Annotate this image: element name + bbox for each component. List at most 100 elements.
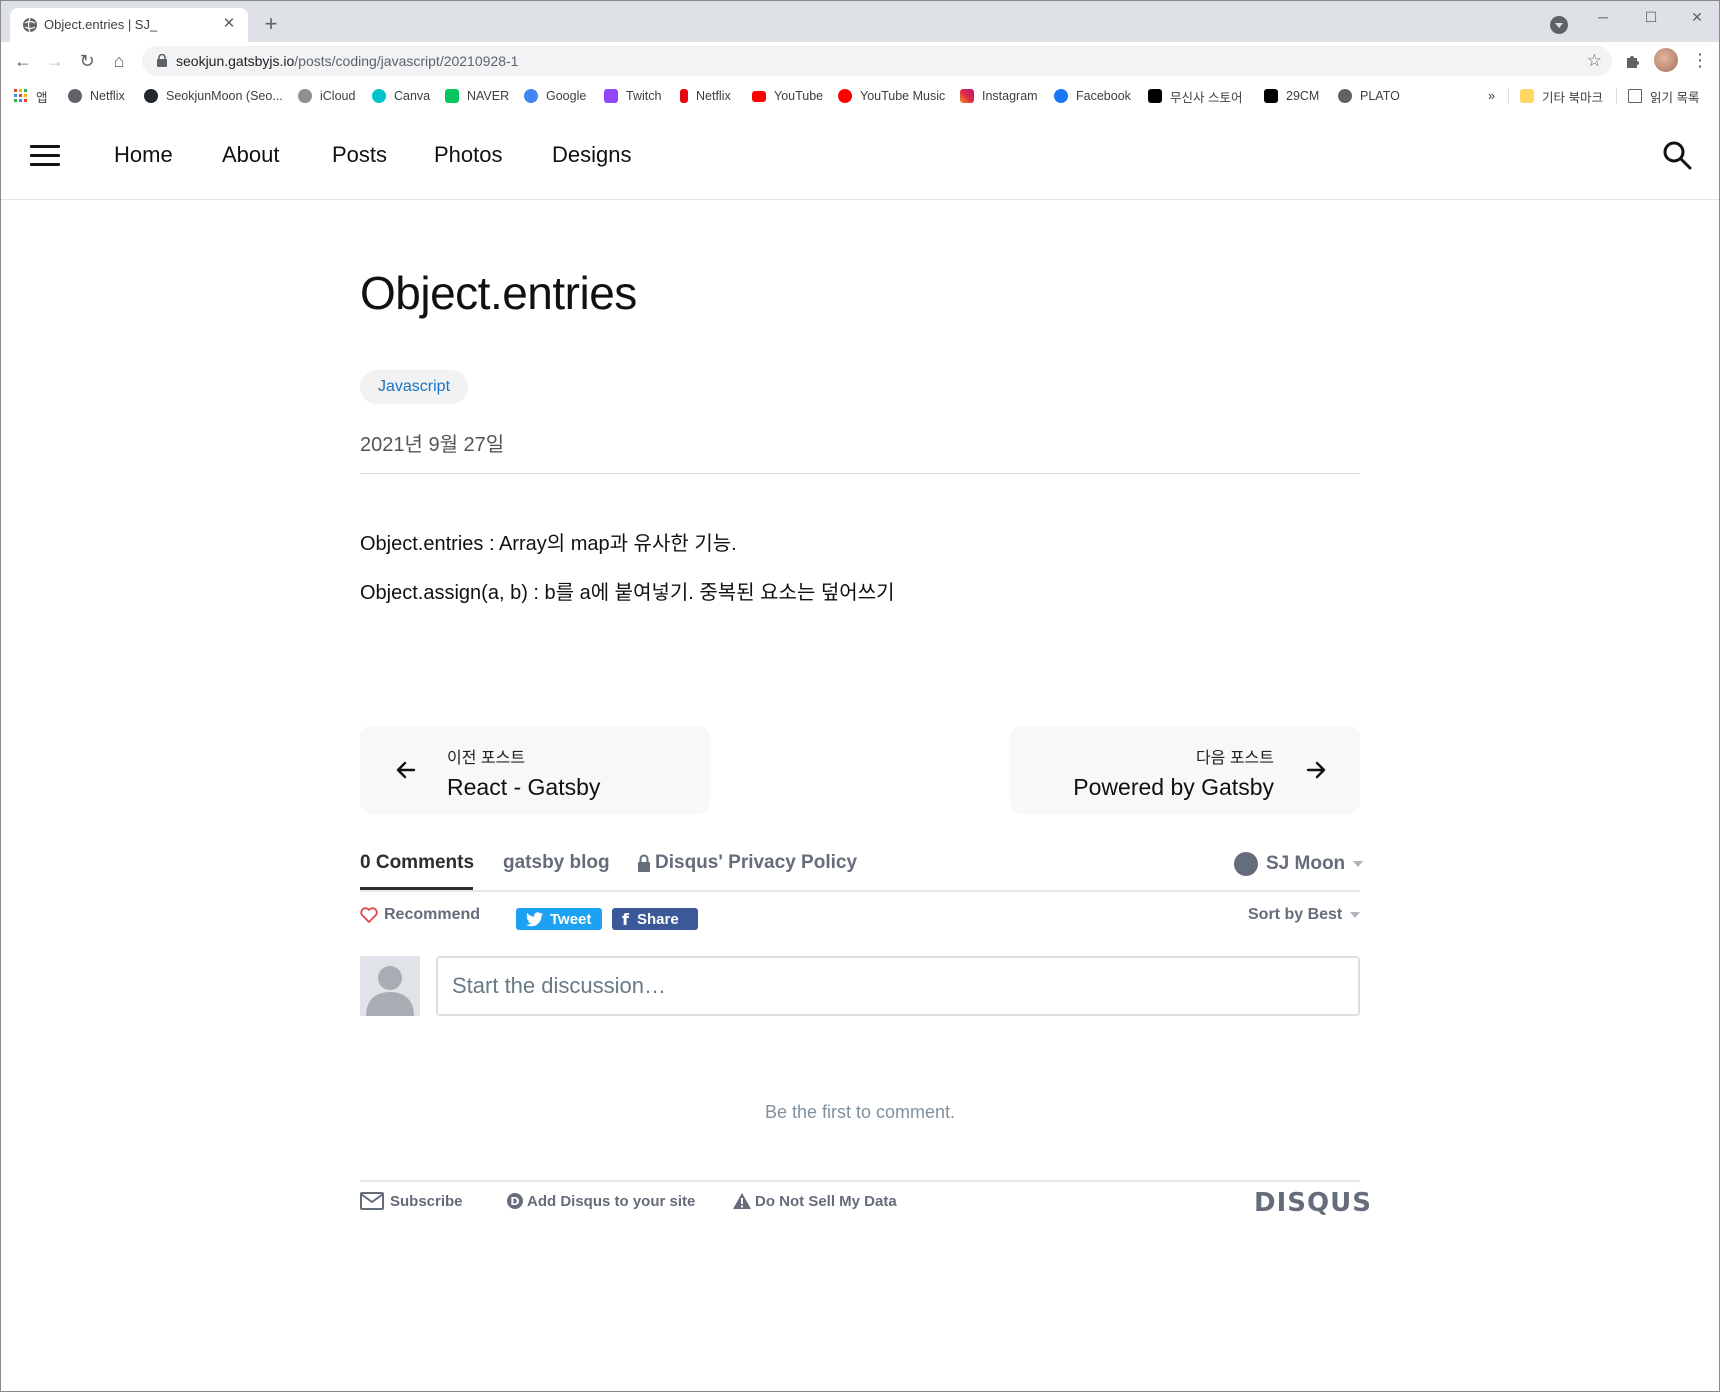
forward-button[interactable]: → xyxy=(42,48,68,74)
bookmark-icloud[interactable]: iCloud xyxy=(298,86,355,106)
next-post-card[interactable]: 다음 포스트 Powered by Gatsby xyxy=(1010,726,1360,814)
privacy-policy-link[interactable]: Disqus' Privacy Policy xyxy=(637,852,857,874)
tab-title: Object.entries | SJ_ xyxy=(44,17,158,32)
reading-list[interactable]: 읽기 목록 xyxy=(1628,86,1699,106)
footer-divider xyxy=(360,1180,1360,1182)
tab-search-icon[interactable] xyxy=(1550,16,1568,34)
close-tab-icon[interactable]: ✕ xyxy=(220,15,238,33)
do-not-sell-link[interactable]: Do Not Sell My Data xyxy=(732,1192,897,1210)
nav-posts[interactable]: Posts xyxy=(332,142,387,168)
bookmarks-overflow-button[interactable]: » xyxy=(1488,86,1495,106)
musinsa-icon xyxy=(1148,89,1162,103)
recommend-button[interactable]: Recommend xyxy=(360,906,480,924)
globe-icon xyxy=(23,17,37,33)
sort-label: Sort by Best xyxy=(1248,906,1343,923)
profile-avatar[interactable] xyxy=(1654,48,1678,72)
nav-about[interactable]: About xyxy=(222,142,280,168)
bookmark-youtube-music[interactable]: YouTube Music xyxy=(838,86,945,106)
browser-tab[interactable]: Object.entries | SJ_ ✕ xyxy=(10,8,248,42)
reading-list-icon xyxy=(1628,89,1642,103)
bookmark-facebook[interactable]: Facebook xyxy=(1054,86,1131,106)
bookmark-label: 29CM xyxy=(1286,89,1320,103)
bookmark-netflix-1[interactable]: Netflix xyxy=(68,86,125,106)
prev-post-card[interactable]: 이전 포스트 React - Gatsby xyxy=(360,726,710,814)
bookmark-plato[interactable]: PLATO xyxy=(1338,86,1400,106)
user-menu[interactable]: SJ Moon xyxy=(1234,852,1364,876)
search-icon[interactable] xyxy=(1662,140,1692,170)
bookmark-separator xyxy=(1508,88,1509,104)
bookmark-google[interactable]: Google xyxy=(524,86,586,106)
bookmark-apps[interactable]: 앱 xyxy=(14,86,48,106)
arrow-right-icon xyxy=(1306,761,1326,779)
bookmark-label: 무신사 스토어 xyxy=(1170,90,1243,105)
heart-icon xyxy=(360,907,378,923)
maximize-button[interactable]: ☐ xyxy=(1636,6,1666,28)
privacy-label: Disqus' Privacy Policy xyxy=(655,852,858,873)
bookmark-youtube[interactable]: YouTube xyxy=(752,86,823,106)
browser-menu-icon[interactable]: ⋮ xyxy=(1690,50,1710,70)
bookmark-label: Canva xyxy=(394,89,431,103)
lock-icon xyxy=(157,54,167,67)
nav-photos[interactable]: Photos xyxy=(434,142,503,168)
bookmark-label: SeokjunMoon (Seo... xyxy=(166,89,283,103)
back-button[interactable]: ← xyxy=(10,48,36,74)
bookmark-twitch[interactable]: Twitch xyxy=(604,86,661,106)
guest-avatar xyxy=(360,956,420,1016)
empty-comments-message: Be the first to comment. xyxy=(764,1102,956,1122)
new-tab-button[interactable]: + xyxy=(258,12,284,38)
comments-count-tab[interactable]: 0 Comments xyxy=(360,852,474,874)
bookmark-label: 앱 xyxy=(36,90,48,105)
reload-button[interactable]: ↻ xyxy=(74,48,100,74)
do-not-sell-label: Do Not Sell My Data xyxy=(755,1192,897,1210)
comment-input[interactable]: Start the discussion… xyxy=(436,956,1360,1016)
browser-toolbar: ← → ↻ ⌂ seokjun.gatsbyjs.io/posts/coding… xyxy=(0,42,1720,80)
tweet-button[interactable]: Tweet xyxy=(516,908,602,930)
arrow-left-icon xyxy=(396,761,416,779)
tabs-divider xyxy=(360,890,1360,892)
browser-chrome: Object.entries | SJ_ ✕ + ─ ☐ ✕ ← → ↻ ⌂ s… xyxy=(0,0,1720,112)
tweet-label: Tweet xyxy=(550,910,592,928)
bookmark-naver[interactable]: NAVER xyxy=(445,86,509,106)
subscribe-link[interactable]: Subscribe xyxy=(360,1192,463,1210)
community-tab[interactable]: gatsby blog xyxy=(503,852,610,874)
svg-text:D: D xyxy=(510,1195,519,1208)
window-frame xyxy=(0,0,1720,1392)
nav-designs[interactable]: Designs xyxy=(552,142,631,168)
url-text: seokjun.gatsbyjs.io/posts/coding/javascr… xyxy=(176,53,519,69)
post-paragraph-2: Object.assign(a, b) : b를 a에 붙여넣기. 중복된 요소… xyxy=(360,582,895,604)
bookmark-label: YouTube Music xyxy=(860,89,946,103)
post-title: Object.entries xyxy=(360,267,637,319)
active-tab-underline xyxy=(360,887,473,890)
bookmark-github[interactable]: SeokjunMoon (Seo... xyxy=(144,86,283,106)
user-name: SJ Moon xyxy=(1266,853,1346,874)
bookmark-canva[interactable]: Canva xyxy=(372,86,430,106)
sort-dropdown[interactable]: Sort by Best xyxy=(1248,906,1361,924)
home-button[interactable]: ⌂ xyxy=(106,48,132,74)
globe-icon xyxy=(1338,89,1352,103)
add-disqus-link[interactable]: D Add Disqus to your site xyxy=(506,1192,695,1210)
other-bookmarks[interactable]: 기타 북마크 xyxy=(1520,86,1603,106)
netflix-icon xyxy=(680,89,688,103)
close-window-button[interactable]: ✕ xyxy=(1682,6,1712,28)
bookmark-netflix-2[interactable]: Netflix xyxy=(680,86,731,106)
bookmark-star-icon[interactable]: ☆ xyxy=(1587,51,1602,71)
bookmark-29cm[interactable]: 29CM xyxy=(1264,86,1319,106)
warning-icon xyxy=(733,1193,751,1209)
post-date: 2021년 9월 27일 xyxy=(360,434,505,456)
post-paragraph-1: Object.entries : Array의 map과 유사한 기능. xyxy=(360,533,737,555)
youtube-music-icon xyxy=(838,89,852,103)
bookmark-label: 기타 북마크 xyxy=(1542,90,1603,105)
bookmark-label: Twitch xyxy=(626,89,662,103)
address-bar[interactable]: seokjun.gatsbyjs.io/posts/coding/javascr… xyxy=(142,46,1612,76)
overflow-label: » xyxy=(1488,89,1495,103)
menu-hamburger-icon[interactable] xyxy=(30,145,60,167)
minimize-button[interactable]: ─ xyxy=(1588,6,1618,28)
category-tag[interactable]: Javascript xyxy=(360,370,469,404)
facebook-share-button[interactable]: f Share xyxy=(612,908,698,930)
nav-home[interactable]: Home xyxy=(114,142,173,168)
extensions-puzzle-icon[interactable] xyxy=(1624,52,1642,70)
bookmark-musinsa[interactable]: 무신사 스토어 xyxy=(1148,86,1242,106)
folder-icon xyxy=(1520,89,1534,103)
bookmark-instagram[interactable]: Instagram xyxy=(960,86,1038,106)
disqus-logo[interactable]: DISQUS xyxy=(1254,1188,1372,1218)
